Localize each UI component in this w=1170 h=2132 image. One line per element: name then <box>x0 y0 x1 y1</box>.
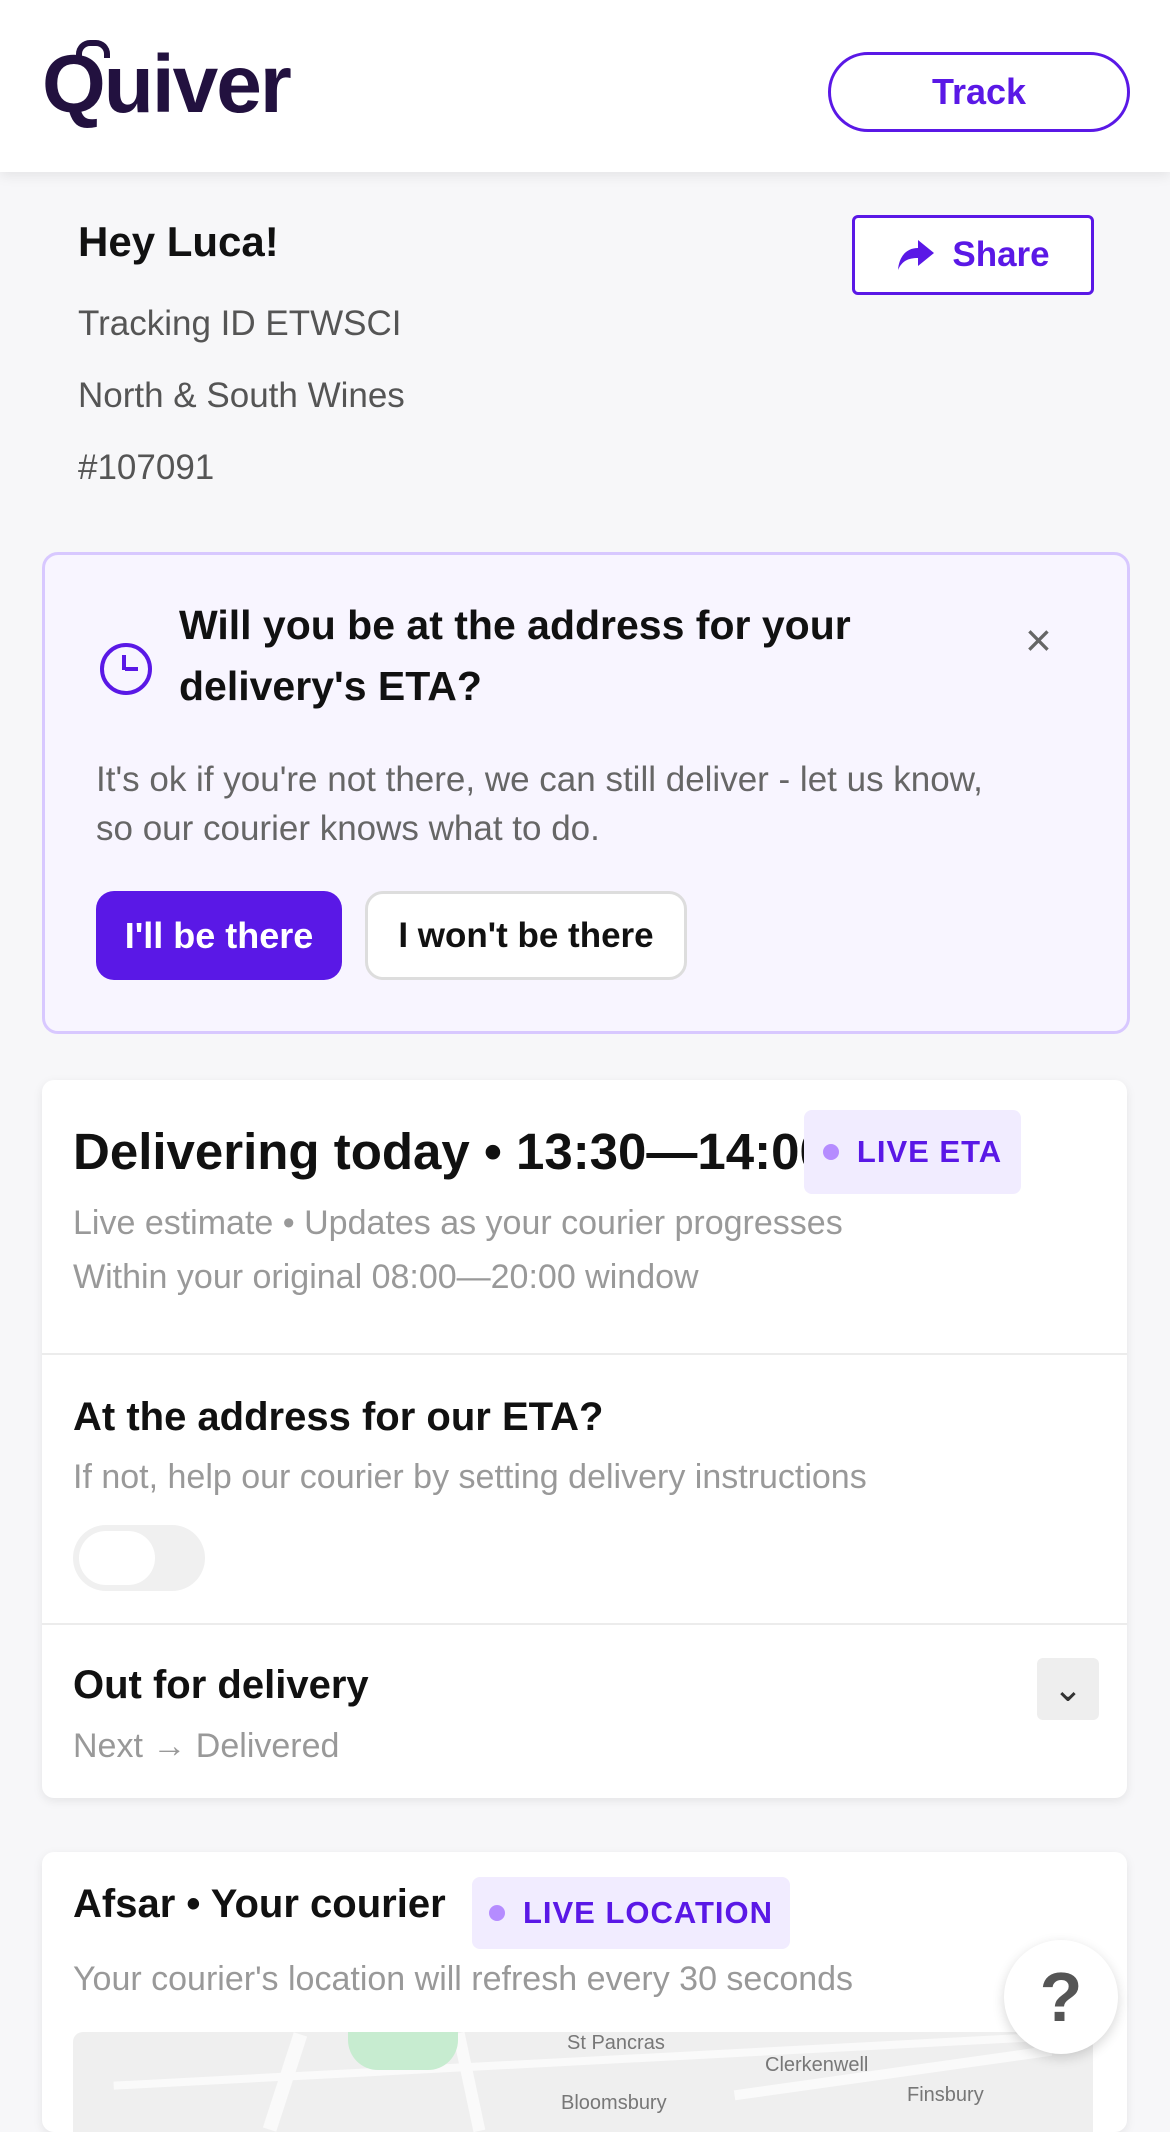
courier-refresh-note: Your courier's location will refresh eve… <box>73 1960 854 1998</box>
order-number: #107091 <box>78 448 215 487</box>
divider <box>42 1353 1127 1355</box>
estimate-note: Live estimate • Updates as your courier … <box>73 1204 843 1242</box>
courier-title: Afsar • Your courier <box>73 1882 446 1926</box>
clock-icon <box>100 643 152 695</box>
notice-title: Will you be at the address for your deli… <box>179 602 851 709</box>
map-label-finsbury: Finsbury <box>907 2084 984 2106</box>
address-question: At the address for our ETA? <box>73 1395 604 1439</box>
will-be-there-button[interactable]: I'll be there <box>96 891 342 980</box>
notice-body: It's ok if you're not there, we can stil… <box>96 760 983 848</box>
help-button[interactable]: ? <box>1004 1940 1118 2054</box>
address-eta-toggle[interactable] <box>73 1525 205 1591</box>
courier-map[interactable]: St Pancras Clerkenwell Bloomsbury Finsbu… <box>73 2032 1093 2132</box>
next-step: Next → Delivered <box>73 1727 340 1765</box>
quiver-logo[interactable]: Quiver <box>42 40 292 126</box>
divider <box>42 1623 1127 1625</box>
live-eta-label: LIVE ETA <box>856 1134 1003 1169</box>
delivery-time-title: Delivering today • 13:30—14:00 <box>73 1123 828 1180</box>
eta-availability-notice: Will you be at the address for your deli… <box>42 552 1130 1034</box>
map-label-st-pancras: St Pancras <box>567 2032 665 2054</box>
delivery-status-card: Delivering today • 13:30—14:00 LIVE ETA … <box>42 1080 1127 1798</box>
greeting-title: Hey Luca! <box>78 218 279 265</box>
park-area <box>348 2032 458 2070</box>
live-location-badge: LIVE LOCATION <box>472 1877 790 1949</box>
map-label-clerkenwell: Clerkenwell <box>765 2054 869 2076</box>
courier-card: Afsar • Your courier LIVE LOCATION Your … <box>42 1852 1127 2132</box>
track-button[interactable]: Track <box>828 52 1130 132</box>
close-icon[interactable]: × <box>1025 617 1052 663</box>
logo-mark <box>76 40 110 58</box>
tracking-id: Tracking ID ETWSCI <box>78 304 402 343</box>
top-navigation-bar: Quiver Track <box>0 0 1170 172</box>
live-eta-badge: LIVE ETA <box>804 1110 1021 1194</box>
live-location-label: LIVE LOCATION <box>522 1895 774 1930</box>
live-dot-icon <box>822 1144 839 1160</box>
share-arrow-icon <box>898 240 935 270</box>
wont-be-there-button[interactable]: I won't be there <box>365 891 687 980</box>
live-dot-icon <box>488 1905 505 1921</box>
delivery-window-note: Within your original 08:00—20:00 window <box>73 1258 699 1296</box>
toggle-knob <box>79 1531 155 1585</box>
share-label: Share <box>952 235 1050 274</box>
delivery-status: Out for delivery <box>73 1663 369 1707</box>
share-button[interactable]: Share <box>852 215 1094 295</box>
merchant-name: North & South Wines <box>78 376 405 415</box>
chevron-down-icon[interactable]: ⌄ <box>1037 1658 1099 1720</box>
address-help-text: If not, help our courier by setting deli… <box>73 1458 867 1496</box>
